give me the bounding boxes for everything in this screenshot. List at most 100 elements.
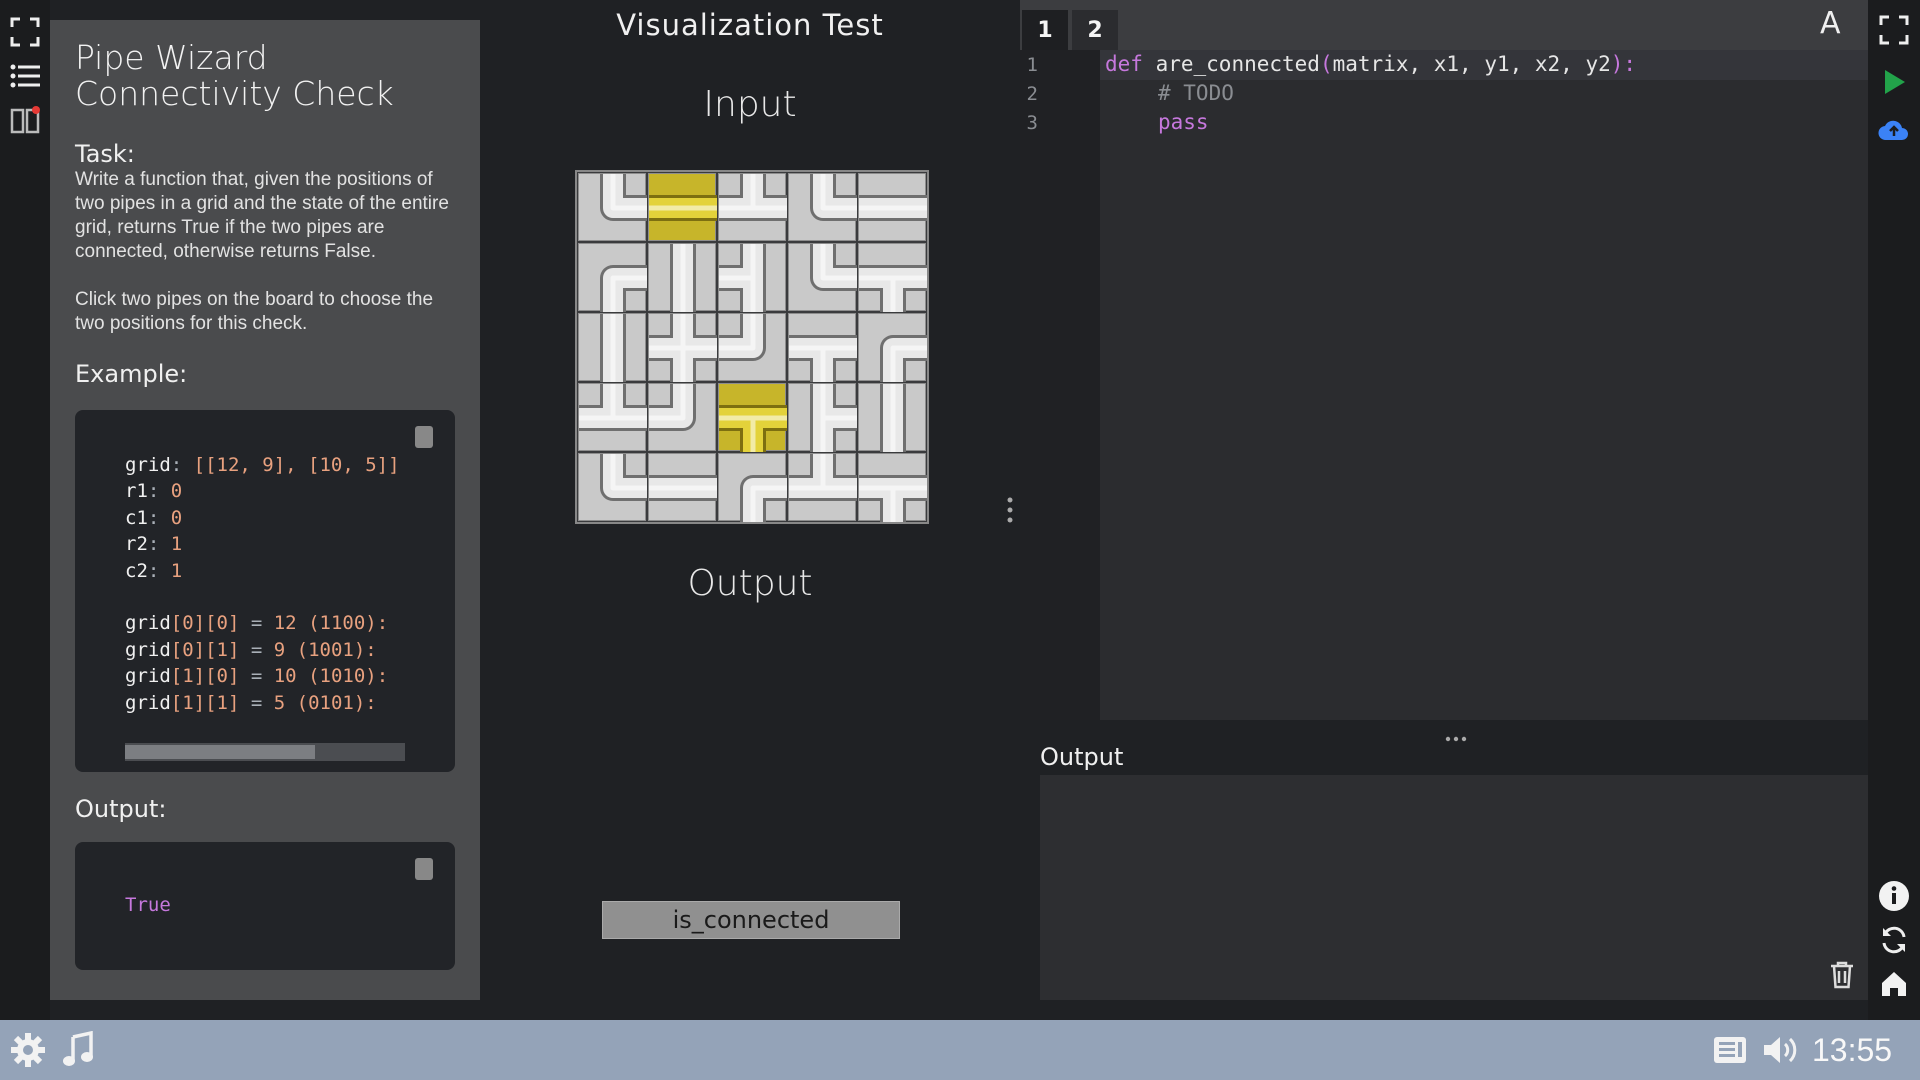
pipe-tile-straight-v[interactable] — [578, 313, 646, 382]
tab-2[interactable]: 2 — [1072, 10, 1118, 50]
pipe-tile-tee-up[interactable] — [578, 383, 647, 451]
example-grid-line: grid[0][0] = 12 (1100): — [125, 612, 389, 635]
pipe-icon — [789, 335, 857, 382]
pipe-tile-tee-down[interactable] — [788, 313, 857, 382]
fullscreen-icon[interactable] — [1876, 12, 1912, 48]
pipe-icon — [880, 335, 927, 382]
pipe-tile-straight-v[interactable] — [648, 243, 716, 312]
example-scrollbar[interactable] — [125, 743, 405, 761]
visualization-title: Visualization Test — [616, 8, 884, 42]
code-line-2[interactable]: # TODO — [1158, 81, 1234, 105]
example-grid-line: grid[1][1] = 5 (0101): — [125, 691, 377, 714]
task-title: Pipe Wizard Connectivity Check — [75, 38, 394, 113]
editor-splitter-handle[interactable] — [1444, 727, 1468, 742]
output-code-box: True — [75, 842, 455, 970]
pipe-tile-elbow-up-left[interactable] — [648, 383, 716, 451]
pipe-tile-tee-down[interactable] — [718, 383, 787, 452]
input-heading: Input — [703, 84, 797, 125]
volume-icon[interactable] — [1760, 1030, 1800, 1070]
pipe-tile-elbow-up-left[interactable] — [718, 313, 786, 381]
pipe-tile-tee-right-v[interactable] — [788, 383, 857, 452]
run-icon[interactable] — [1876, 64, 1912, 100]
editor-tabbar: 1 2 A — [1020, 0, 1868, 50]
pipe-icon — [719, 244, 766, 312]
console-output-label: Output — [1040, 743, 1124, 771]
pipe-tile-tee-up[interactable] — [718, 173, 787, 241]
info-icon[interactable] — [1876, 878, 1912, 914]
pipe-tile-elbow-up-right[interactable] — [788, 243, 857, 311]
line-gutter: 1 2 3 — [1020, 50, 1100, 720]
pipe-tile-straight-h[interactable] — [858, 173, 927, 241]
line-number: 1 — [1026, 54, 1038, 76]
pipe-icon — [649, 384, 696, 431]
pipe-icon — [859, 195, 927, 221]
pipe-icon — [649, 314, 717, 382]
pipe-tile-tee-down[interactable] — [858, 243, 927, 312]
refresh-icon[interactable] — [1876, 922, 1912, 958]
pipe-icon — [810, 244, 857, 291]
news-icon[interactable] — [1710, 1030, 1750, 1070]
list-icon[interactable] — [7, 58, 43, 94]
pipe-tile-cross[interactable] — [648, 313, 717, 382]
line-number: 3 — [1026, 112, 1038, 134]
pipe-icon — [600, 265, 647, 312]
pipe-tile-elbow-down-right[interactable] — [718, 453, 787, 522]
task-description: Write a function that, given the positio… — [75, 169, 449, 262]
scrollbar-thumb[interactable] — [125, 745, 315, 759]
tab-1[interactable]: 1 — [1022, 10, 1068, 50]
code-line-3[interactable]: pass — [1158, 110, 1209, 134]
pipe-icon — [740, 475, 787, 522]
pipe-icon — [600, 454, 647, 501]
task-instructions: Click two pipes on the board to choose t… — [75, 289, 434, 334]
pipe-tile-elbow-up-right[interactable] — [788, 173, 857, 241]
is-connected-button[interactable]: is_connected — [602, 901, 900, 939]
music-note-icon[interactable] — [58, 1030, 98, 1070]
pipe-icon — [600, 314, 626, 382]
pipe-tile-straight-h[interactable] — [648, 173, 717, 241]
left-rail — [0, 0, 50, 1020]
pipe-tile-elbow-down-right[interactable] — [578, 243, 647, 312]
settings-gear-icon[interactable] — [8, 1030, 48, 1070]
example-code-box: grid: [[12, 9], [10, 5]] r1: 0 c1: 0 r2:… — [75, 410, 455, 772]
trash-icon[interactable] — [1828, 960, 1856, 994]
right-rail — [1868, 0, 1920, 1020]
pipe-icon — [600, 174, 647, 221]
home-icon[interactable] — [1876, 966, 1912, 1002]
fullscreen-icon[interactable] — [7, 14, 43, 50]
panel-resize-handle[interactable] — [1004, 495, 1016, 525]
pipe-tile-straight-v[interactable] — [858, 383, 926, 452]
pipe-board — [575, 170, 929, 524]
pipe-icon — [649, 195, 717, 221]
pipe-tile-tee-left-v[interactable] — [718, 243, 786, 312]
copy-icon[interactable] — [413, 856, 435, 882]
code-line-1[interactable]: def are_connected(matrix, x1, y1, x2, y2… — [1105, 52, 1636, 76]
pipe-icon — [810, 384, 857, 452]
example-code: grid: [[12, 9], [10, 5]] r1: 0 c1: 0 r2:… — [125, 452, 447, 716]
pipe-tile-tee-down[interactable] — [858, 453, 927, 522]
output-value: True — [125, 894, 171, 916]
pipe-tile-elbow-up-right[interactable] — [578, 453, 647, 521]
pipe-tile-elbow-down-right[interactable] — [858, 313, 927, 382]
pipe-icon — [859, 265, 927, 312]
code-editor[interactable]: 1 2 3 — [1020, 50, 1868, 720]
font-size-button[interactable]: A — [1820, 6, 1841, 41]
copy-icon[interactable] — [413, 424, 435, 450]
pipe-tile-straight-h[interactable] — [648, 453, 717, 521]
pipe-icon — [719, 174, 787, 221]
pipe-icon — [719, 405, 787, 452]
pipe-tile-elbow-up-right[interactable] — [578, 173, 647, 241]
task-label: Task: — [75, 140, 135, 168]
clock: 13:55 — [1812, 1032, 1893, 1068]
pipe-tile-tee-up[interactable] — [788, 453, 857, 521]
pipe-icon — [649, 475, 717, 501]
pipe-icon — [579, 384, 647, 431]
code-area[interactable] — [1100, 50, 1868, 720]
pipe-icon — [859, 475, 927, 522]
book-icon[interactable] — [7, 102, 43, 138]
pipe-icon — [789, 454, 857, 501]
example-label: Example: — [75, 360, 188, 388]
cloud-upload-icon[interactable] — [1876, 112, 1912, 148]
example-grid-line: grid[1][0] = 10 (1010): — [125, 665, 389, 688]
output-label: Output: — [75, 795, 167, 823]
taskbar: 13:55 — [0, 1020, 1920, 1080]
